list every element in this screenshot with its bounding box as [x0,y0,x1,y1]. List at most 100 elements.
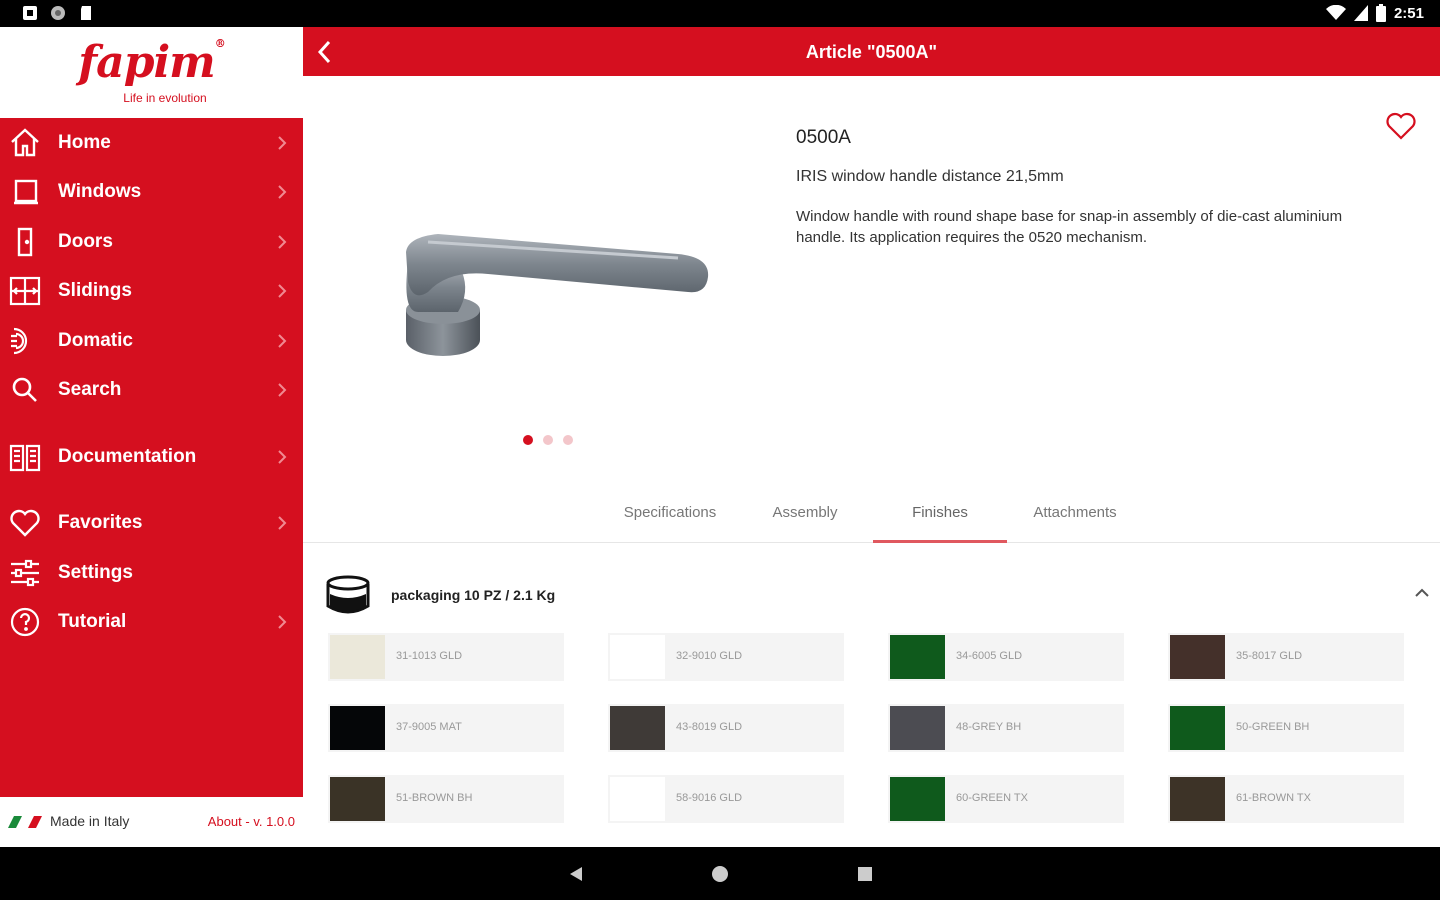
finish-label: 43-8019 GLD [676,721,743,733]
sidebar-item-windows[interactable]: Windows [0,169,303,215]
finish-item[interactable]: 60-GREEN TX [888,775,1124,823]
sidebar: fapim® Life in evolution Home Windows Do… [0,27,303,847]
sidebar-item-home[interactable]: Home [0,120,303,166]
finish-item[interactable]: 32-9010 GLD [608,633,844,681]
sidebar-item-doors[interactable]: Doors [0,219,303,265]
sidebar-item-settings[interactable]: Settings [0,550,303,596]
product-image[interactable] [388,212,718,362]
finish-label: 61-BROWN TX [1236,792,1311,804]
battery-icon [1375,4,1386,22]
chevron-right-icon [278,235,287,249]
finish-swatch [890,777,945,821]
status-right: 2:51 [1325,4,1424,22]
logo: fapim® Life in evolution [0,27,303,118]
chevron-right-icon [278,334,287,348]
sidebar-item-label: Documentation [58,446,197,467]
finish-swatch [610,635,665,679]
chevron-right-icon [278,450,287,464]
back-nav-button[interactable] [566,864,586,884]
window-icon [14,179,38,205]
finish-swatch [1170,635,1225,679]
packaging-icon [326,575,370,614]
sidebar-item-slidings[interactable]: Slidings [0,268,303,314]
finish-item[interactable]: 35-8017 GLD [1168,633,1404,681]
finish-item[interactable]: 37-9005 MAT [328,704,564,752]
chevron-up-icon[interactable] [1413,586,1431,600]
chevron-right-icon [278,516,287,530]
sidebar-item-documentation[interactable]: Documentation [0,434,303,480]
finish-label: 31-1013 GLD [396,650,463,662]
sidebar-item-label: Settings [58,562,133,583]
finish-label: 32-9010 GLD [676,650,743,662]
sidebar-footer: Made in Italy About - v. 1.0.0 [0,797,303,847]
article-code: 0500A [796,127,851,148]
finish-swatch [1170,706,1225,750]
finish-item[interactable]: 51-BROWN BH [328,775,564,823]
finish-label: 35-8017 GLD [1236,650,1303,662]
carousel-dot[interactable] [543,435,553,445]
tab-attachments[interactable]: Attachments [1008,504,1142,543]
sidebar-item-label: Doors [58,231,113,252]
finish-swatch [890,706,945,750]
sidebar-item-favorites[interactable]: Favorites [0,500,303,546]
finish-item[interactable]: 58-9016 GLD [608,775,844,823]
book-icon [9,444,41,472]
carousel-dot[interactable] [523,435,533,445]
finish-swatch [610,777,665,821]
sidebar-item-domatic[interactable]: Domatic [0,318,303,364]
carousel-dot[interactable] [563,435,573,445]
tab-finishes[interactable]: Finishes [873,504,1007,543]
status-left-icons [22,5,94,21]
finish-swatch [330,706,385,750]
brand-logo: fapim® [0,37,303,88]
domatic-icon [11,327,28,355]
packaging-header[interactable]: packaging 10 PZ / 2.1 Kg [323,572,1433,617]
carousel-dots [523,435,573,445]
sidebar-item-label: Tutorial [58,611,127,632]
sidebar-item-label: Favorites [58,512,143,533]
status-bar: 2:51 [0,0,1440,27]
brand-name: fapim [78,37,215,88]
tab-bar: Specifications Assembly Finishes Attachm… [303,492,1440,543]
finish-item[interactable]: 31-1013 GLD [328,633,564,681]
tab-assembly[interactable]: Assembly [738,504,872,543]
sidebar-item-label: Slidings [58,280,132,301]
sd-card-icon [81,6,91,20]
heart-icon [10,509,40,537]
about-link[interactable]: About - v. 1.0.0 [208,814,295,829]
chevron-right-icon [278,185,287,199]
finish-swatch [610,706,665,750]
finish-item[interactable]: 43-8019 GLD [608,704,844,752]
finish-item[interactable]: 34-6005 GLD [888,633,1124,681]
door-icon [17,227,33,257]
finish-item[interactable]: 50-GREEN BH [1168,704,1404,752]
main-content: Article "0500A" 0500A IRIS window handle… [303,27,1440,847]
sliding-icon [9,276,41,306]
notification-icon [23,6,37,20]
brand-mark: ® [214,37,226,50]
home-nav-button[interactable] [710,864,730,884]
circle-icon [51,6,65,20]
finish-item[interactable]: 61-BROWN TX [1168,775,1404,823]
finish-label: 60-GREEN TX [956,792,1028,804]
favorite-button[interactable] [1384,109,1418,141]
italy-flag-icon [8,816,42,828]
sidebar-item-tutorial[interactable]: Tutorial [0,599,303,645]
tab-specifications[interactable]: Specifications [603,504,737,543]
help-icon [10,607,40,637]
wifi-icon [1325,5,1346,20]
finish-label: 37-9005 MAT [396,721,462,733]
recents-nav-button[interactable] [855,864,875,884]
chevron-right-icon [278,615,287,629]
finish-label: 50-GREEN BH [1236,721,1310,733]
signal-icon [1353,5,1368,21]
sidebar-item-label: Home [58,132,111,153]
finish-label: 34-6005 GLD [956,650,1023,662]
finish-swatch [890,635,945,679]
sidebar-item-search[interactable]: Search [0,367,303,413]
finish-item[interactable]: 48-GREY BH [888,704,1124,752]
status-time: 2:51 [1393,4,1424,22]
article-name: IRIS window handle distance 21,5mm [796,168,1064,185]
system-nav-bar [0,847,1440,900]
packaging-label: packaging 10 PZ / 2.1 Kg [391,587,556,603]
